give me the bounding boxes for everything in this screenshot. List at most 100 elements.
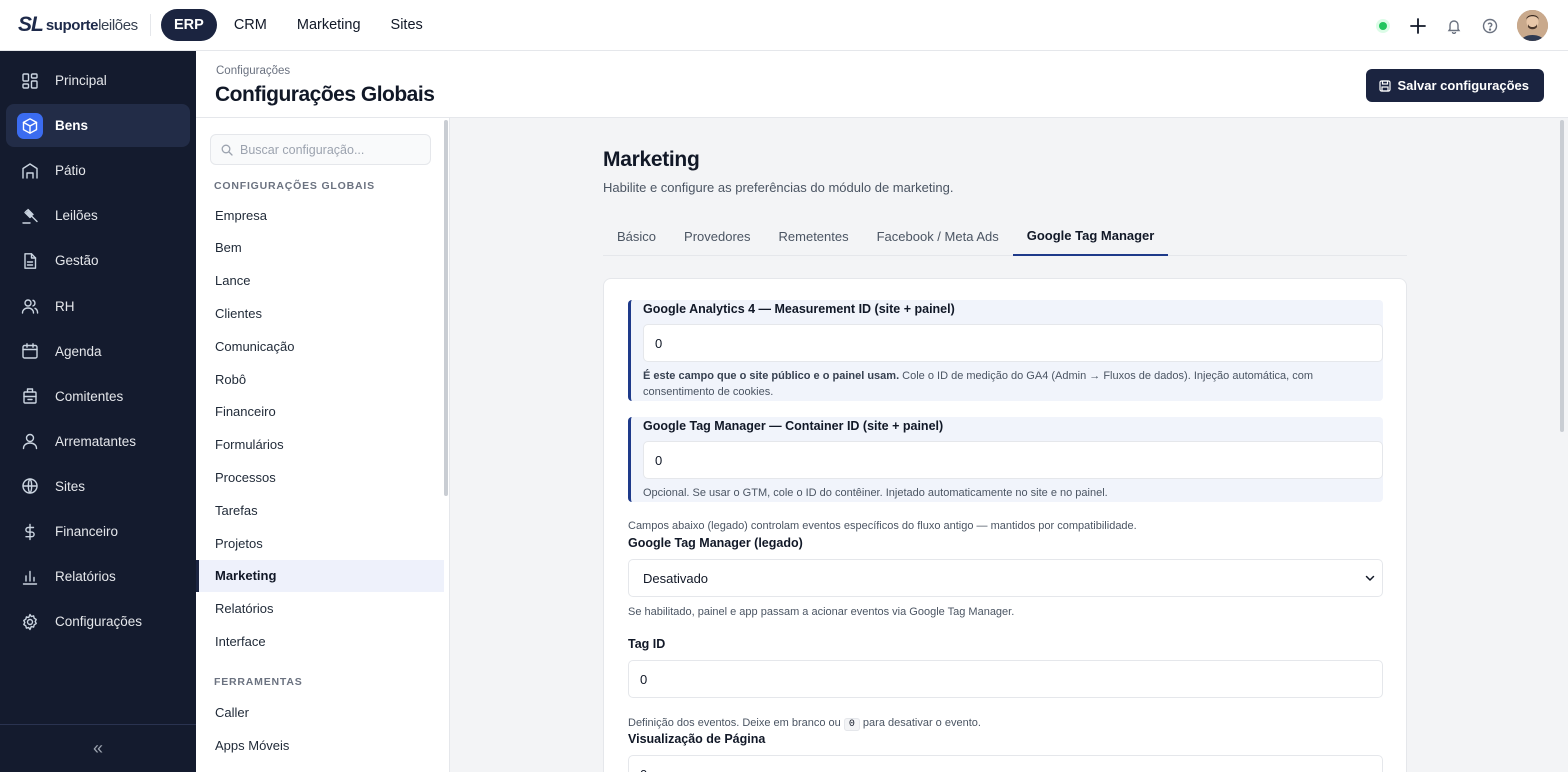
top-actions bbox=[1379, 0, 1548, 51]
help-icon[interactable] bbox=[1481, 17, 1499, 35]
tab-google-tag-manager[interactable]: Google Tag Manager bbox=[1012, 216, 1169, 256]
settings-nav-item[interactable]: Lance bbox=[196, 265, 444, 297]
sidebar-item-label: Leilões bbox=[55, 208, 98, 224]
dollar-icon bbox=[17, 519, 43, 545]
gtm-settings-card: Google Analytics 4 — Measurement ID (sit… bbox=[603, 278, 1407, 772]
logo-text: suporteleilões bbox=[45, 16, 138, 34]
sidebar-item-patio[interactable]: Pátio bbox=[6, 149, 190, 192]
bell-icon[interactable] bbox=[1445, 17, 1463, 35]
online-status-dot bbox=[1379, 21, 1387, 30]
tab-b-sico[interactable]: Básico bbox=[603, 216, 670, 256]
plus-icon[interactable] bbox=[1409, 17, 1427, 35]
ga4-field-group: Google Analytics 4 — Measurement ID (sit… bbox=[628, 300, 1383, 401]
settings-nav-item[interactable]: Marketing bbox=[196, 559, 444, 592]
settings-nav: CONFIGURAÇÕES GLOBAIS FERRAMENTAS Empres… bbox=[196, 118, 450, 772]
tab-remetentes[interactable]: Remetentes bbox=[765, 216, 863, 256]
chevron-down-icon bbox=[1364, 572, 1376, 587]
warehouse-icon bbox=[17, 158, 43, 184]
top-divider bbox=[150, 14, 151, 36]
events-note: Definição dos eventos. Deixe em branco o… bbox=[628, 717, 981, 731]
ga4-measurement-id-input[interactable] bbox=[643, 324, 1383, 362]
settings-nav-item[interactable]: Clientes bbox=[196, 297, 444, 329]
legacy-gtm-select[interactable]: Desativado bbox=[628, 559, 1383, 597]
legacy-gtm-label: Google Tag Manager (legado) bbox=[628, 536, 803, 550]
settings-nav-item[interactable]: Relatórios bbox=[196, 593, 444, 625]
collapse-sidebar-button[interactable]: « bbox=[0, 724, 196, 772]
tag-id-input[interactable] bbox=[628, 660, 1383, 698]
sidebar-item-label: Pátio bbox=[55, 163, 86, 179]
users-icon bbox=[17, 293, 43, 319]
gear-icon bbox=[17, 609, 43, 635]
sidebar-item-configuracoes[interactable]: Configurações bbox=[6, 600, 190, 643]
settings-search[interactable] bbox=[210, 134, 431, 165]
logo-mark: SL bbox=[18, 13, 44, 36]
sidebar-item-label: Sites bbox=[55, 478, 86, 494]
section-subtitle: Habilite e configure as preferências do … bbox=[603, 180, 954, 195]
main-scrollbar[interactable] bbox=[1560, 120, 1564, 432]
sidebar-item-label: Agenda bbox=[55, 343, 102, 359]
settings-nav-item[interactable]: Tarefas bbox=[196, 494, 444, 526]
settings-nav-scrollbar[interactable] bbox=[444, 120, 448, 496]
user-avatar[interactable] bbox=[1517, 10, 1548, 41]
main-content: Marketing Habilite e configure as prefer… bbox=[451, 118, 1568, 772]
dashboard-icon bbox=[17, 68, 43, 94]
top-nav: ERP CRM Marketing Sites bbox=[161, 9, 436, 41]
page-view-label: Visualização de Página bbox=[628, 732, 766, 746]
legacy-note: Campos abaixo (legado) controlam eventos… bbox=[628, 520, 1137, 532]
sidebar-item-financeiro[interactable]: Financeiro bbox=[6, 510, 190, 553]
page-view-input[interactable] bbox=[628, 755, 1383, 772]
user-icon bbox=[17, 428, 43, 454]
tab-provedores[interactable]: Provedores bbox=[670, 216, 764, 256]
sidebar-item-comitentes[interactable]: Comitentes bbox=[6, 375, 190, 418]
box-icon bbox=[17, 112, 43, 139]
breadcrumb[interactable]: Configurações bbox=[216, 65, 290, 77]
sidebar-item-arrematantes[interactable]: Arrematantes bbox=[6, 420, 190, 463]
main-sidebar: « Principal Bens Pátio Leilões Gestão RH Agend… bbox=[0, 51, 196, 772]
sidebar-item-agenda[interactable]: Agenda bbox=[6, 330, 190, 373]
settings-nav-item[interactable]: Projetos bbox=[196, 527, 444, 559]
tab-facebook-meta-ads[interactable]: Facebook / Meta Ads bbox=[863, 216, 1013, 256]
top-nav-erp[interactable]: ERP bbox=[161, 9, 217, 41]
sidebar-item-gestao[interactable]: Gestão bbox=[6, 239, 190, 282]
sidebar-item-sites[interactable]: Sites bbox=[6, 465, 190, 508]
top-bar: SL suporteleilões ERP CRM Marketing Sites bbox=[0, 0, 1568, 51]
settings-nav-item[interactable]: Empresa bbox=[196, 199, 444, 231]
file-icon bbox=[17, 248, 43, 274]
top-nav-crm[interactable]: CRM bbox=[221, 9, 280, 41]
section-title: Marketing bbox=[603, 148, 700, 171]
save-settings-label: Salvar configurações bbox=[1397, 78, 1530, 93]
settings-tool-item[interactable]: Caller bbox=[196, 696, 444, 728]
sidebar-item-leiloes[interactable]: Leilões bbox=[6, 194, 190, 237]
gtm-container-id-input[interactable] bbox=[643, 441, 1383, 479]
tag-id-label: Tag ID bbox=[628, 637, 666, 651]
settings-nav-item[interactable]: Bem bbox=[196, 232, 444, 264]
settings-nav-item[interactable]: Interface bbox=[196, 625, 444, 657]
settings-nav-item[interactable]: Comunicação bbox=[196, 330, 444, 362]
ga4-help: É este campo que o site público e o pain… bbox=[643, 370, 1314, 398]
legacy-gtm-select-value: Desativado bbox=[643, 570, 709, 586]
sidebar-item-rh[interactable]: RH bbox=[6, 285, 190, 328]
sidebar-item-label: Gestão bbox=[55, 253, 99, 269]
sidebar-item-principal[interactable]: Principal bbox=[6, 59, 190, 102]
globe-icon bbox=[17, 473, 43, 499]
settings-nav-item[interactable]: Formulários bbox=[196, 429, 444, 461]
gtm-label: Google Tag Manager — Container ID (site … bbox=[643, 419, 944, 433]
sidebar-item-label: Bens bbox=[55, 118, 89, 134]
settings-nav-item[interactable]: Financeiro bbox=[196, 396, 444, 428]
save-settings-button[interactable]: Salvar configurações bbox=[1365, 69, 1544, 102]
ga4-label: Google Analytics 4 — Measurement ID (sit… bbox=[643, 302, 955, 316]
brand-logo[interactable]: SL suporteleilões bbox=[18, 13, 148, 37]
sidebar-item-relatorios[interactable]: Relatórios bbox=[6, 555, 190, 598]
sidebar-item-bens[interactable]: Bens bbox=[6, 104, 190, 148]
page-header: Configurações Configurações Globais Salv… bbox=[196, 51, 1568, 118]
top-nav-sites[interactable]: Sites bbox=[378, 9, 436, 41]
sidebar-item-label: Principal bbox=[55, 73, 107, 88]
settings-tool-item[interactable]: Apps Móveis bbox=[196, 729, 444, 761]
settings-nav-item[interactable]: Robô bbox=[196, 363, 444, 395]
building-icon bbox=[17, 383, 43, 409]
settings-search-input[interactable] bbox=[240, 142, 420, 157]
nav-section-global: CONFIGURAÇÕES GLOBAIS bbox=[214, 180, 375, 192]
settings-nav-item[interactable]: Processos bbox=[196, 461, 444, 493]
top-nav-marketing[interactable]: Marketing bbox=[284, 9, 374, 41]
gtm-field-group: Google Tag Manager — Container ID (site … bbox=[628, 417, 1383, 502]
